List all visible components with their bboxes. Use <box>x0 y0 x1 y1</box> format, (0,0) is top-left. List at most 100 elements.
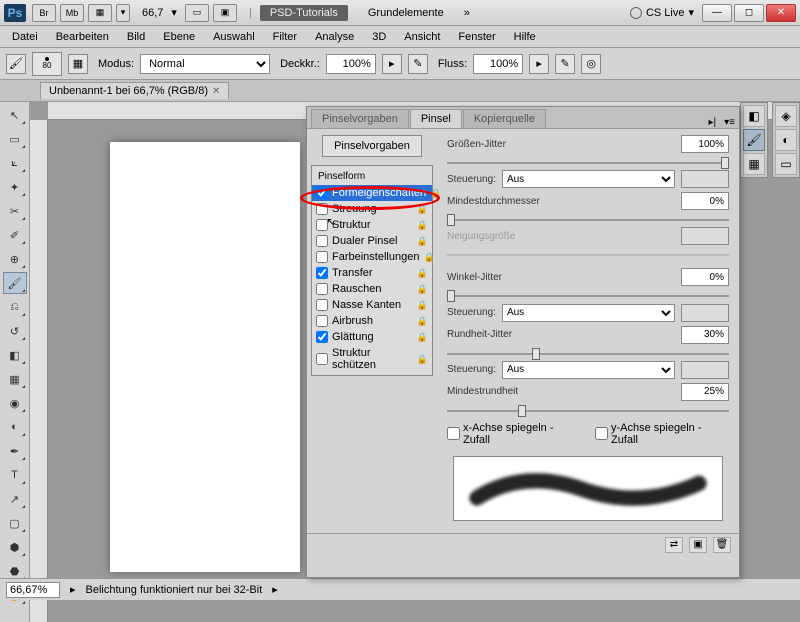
brush-option-checkbox[interactable] <box>316 283 328 295</box>
rundheit-input[interactable] <box>681 326 729 344</box>
brush-option-streuung[interactable]: Streuung🔒↖ <box>312 201 432 217</box>
menu-fenster[interactable]: Fenster <box>450 29 503 45</box>
stamp-tool[interactable]: ⎌ <box>3 296 27 318</box>
tab-pinselvorgaben[interactable]: Pinselvorgaben <box>311 109 409 128</box>
lock-icon[interactable]: 🔒 <box>417 204 428 215</box>
status-more[interactable]: ▸ <box>272 583 278 596</box>
tab-pinsel[interactable]: Pinsel <box>410 109 462 128</box>
dock-paths-icon[interactable]: ▭ <box>775 153 797 175</box>
lock-icon[interactable]: 🔒 <box>417 236 428 247</box>
view-extras-arrow[interactable]: ▾ <box>116 4 130 22</box>
lock-icon[interactable]: 🔒 <box>417 268 428 279</box>
zoom-arrow[interactable]: ▾ <box>171 6 177 19</box>
lock-icon[interactable]: 🔒 <box>430 188 441 199</box>
dock-color-icon[interactable]: ◧ <box>743 105 765 127</box>
brush-tool[interactable]: 🖌 <box>3 272 27 294</box>
brush-option-checkbox[interactable] <box>316 235 328 247</box>
eraser-tool[interactable]: ◧ <box>3 344 27 366</box>
mindest-input[interactable] <box>681 192 729 210</box>
lock-icon[interactable]: 🔒 <box>417 220 428 231</box>
brush-option-transfer[interactable]: Transfer🔒 <box>312 265 432 281</box>
panel-menu-icon[interactable]: ▾≡ <box>720 117 739 128</box>
arrange-button[interactable]: ▭ <box>185 4 209 22</box>
healing-tool[interactable]: ⊕ <box>3 248 27 270</box>
3d-tool[interactable]: ⬢ <box>3 536 27 558</box>
groessen-jitter-input[interactable] <box>681 135 729 153</box>
minimize-button[interactable]: — <box>702 4 732 22</box>
menu-datei[interactable]: Datei <box>4 29 46 45</box>
brush-option-checkbox[interactable] <box>316 187 328 199</box>
menu-bearbeiten[interactable]: Bearbeiten <box>48 29 117 45</box>
brush-option-checkbox[interactable] <box>316 251 328 263</box>
mindest-slider[interactable] <box>447 214 729 221</box>
zoom-display[interactable]: 66,7 <box>142 7 163 19</box>
tool-preset-icon[interactable]: 🖌 <box>6 54 26 74</box>
menu-hilfe[interactable]: Hilfe <box>506 29 544 45</box>
ruler-vertical[interactable] <box>30 120 48 622</box>
menu-ansicht[interactable]: Ansicht <box>396 29 448 45</box>
brush-option-nasse-kanten[interactable]: Nasse Kanten🔒 <box>312 297 432 313</box>
cslive-button[interactable]: CS Live ▾ <box>630 6 694 19</box>
lock-icon[interactable]: 🔒 <box>417 332 428 343</box>
lasso-tool[interactable]: ⟀ <box>3 152 27 174</box>
pinselvorgaben-button[interactable]: Pinselvorgaben <box>322 135 422 157</box>
brush-option-checkbox[interactable] <box>316 267 328 279</box>
brush-panel-toggle[interactable]: ▦ <box>68 54 88 74</box>
lock-icon[interactable]: 🔒 <box>417 354 428 365</box>
close-tab-icon[interactable]: ✕ <box>212 86 220 97</box>
flow-arrow[interactable]: ▸ <box>529 54 549 74</box>
menu-ebene[interactable]: Ebene <box>155 29 203 45</box>
brush-option-dualer-pinsel[interactable]: Dualer Pinsel🔒 <box>312 233 432 249</box>
zoom-input[interactable] <box>6 582 60 598</box>
menu-filter[interactable]: Filter <box>265 29 305 45</box>
opacity-input[interactable] <box>326 54 376 74</box>
menu-3d[interactable]: 3D <box>364 29 394 45</box>
mirror-x-checkbox[interactable]: x-Achse spiegeln - Zufall <box>447 422 581 446</box>
marquee-tool[interactable]: ▭ <box>3 128 27 150</box>
steuerung-select-3[interactable]: Aus <box>502 361 675 379</box>
footer-trash-icon[interactable]: 🗑 <box>713 537 731 553</box>
brush-option-checkbox[interactable] <box>316 315 328 327</box>
tablet-opacity-icon[interactable]: ✎ <box>408 54 428 74</box>
screen-mode-button[interactable]: ▣ <box>213 4 237 22</box>
flow-input[interactable] <box>473 54 523 74</box>
view-extras-button[interactable]: ▦ <box>88 4 112 22</box>
groessen-jitter-slider[interactable] <box>447 157 729 164</box>
lock-icon[interactable]: 🔒 <box>423 252 434 263</box>
mindestrund-input[interactable] <box>681 383 729 401</box>
dock-brush-icon[interactable]: 🖌 <box>743 129 765 151</box>
dodge-tool[interactable]: ◐ <box>3 416 27 438</box>
blur-tool[interactable]: ◉ <box>3 392 27 414</box>
menu-analyse[interactable]: Analyse <box>307 29 362 45</box>
wand-tool[interactable]: ✦ <box>3 176 27 198</box>
shape-tool[interactable]: ▢ <box>3 512 27 534</box>
eyedropper-tool[interactable]: ✐ <box>3 224 27 246</box>
rundheit-slider[interactable] <box>447 348 729 355</box>
workspace-1[interactable]: PSD-Tutorials <box>260 5 348 21</box>
brush-option-struktur-schützen[interactable]: Struktur schützen🔒 <box>312 345 432 373</box>
menu-bild[interactable]: Bild <box>119 29 153 45</box>
bridge-button[interactable]: Br <box>32 4 56 22</box>
canvas[interactable] <box>110 142 300 572</box>
brush-option-checkbox[interactable] <box>316 331 328 343</box>
winkel-slider[interactable] <box>447 290 729 297</box>
dock-swatches-icon[interactable]: ▦ <box>743 153 765 175</box>
dock-layers-icon[interactable]: ◈ <box>775 105 797 127</box>
airbrush-icon[interactable]: ✎ <box>555 54 575 74</box>
list-header[interactable]: Pinselform <box>312 168 432 185</box>
close-button[interactable]: ✕ <box>766 4 796 22</box>
workspace-more[interactable]: » <box>464 7 470 19</box>
lock-icon[interactable]: 🔒 <box>417 300 428 311</box>
brush-option-checkbox[interactable] <box>316 203 328 215</box>
steuerung-select-2[interactable]: Aus <box>502 304 675 322</box>
brush-option-struktur[interactable]: Struktur🔒 <box>312 217 432 233</box>
opacity-arrow[interactable]: ▸ <box>382 54 402 74</box>
brush-option-checkbox[interactable] <box>316 299 328 311</box>
tab-kopierquelle[interactable]: Kopierquelle <box>463 109 546 128</box>
type-tool[interactable]: T <box>3 464 27 486</box>
move-tool[interactable]: ↖ <box>3 104 27 126</box>
brush-option-checkbox[interactable] <box>316 219 328 231</box>
brush-option-formeigenschaften[interactable]: Formeigenschaften🔒 <box>312 185 432 201</box>
brush-option-airbrush[interactable]: Airbrush🔒 <box>312 313 432 329</box>
crop-tool[interactable]: ✂ <box>3 200 27 222</box>
